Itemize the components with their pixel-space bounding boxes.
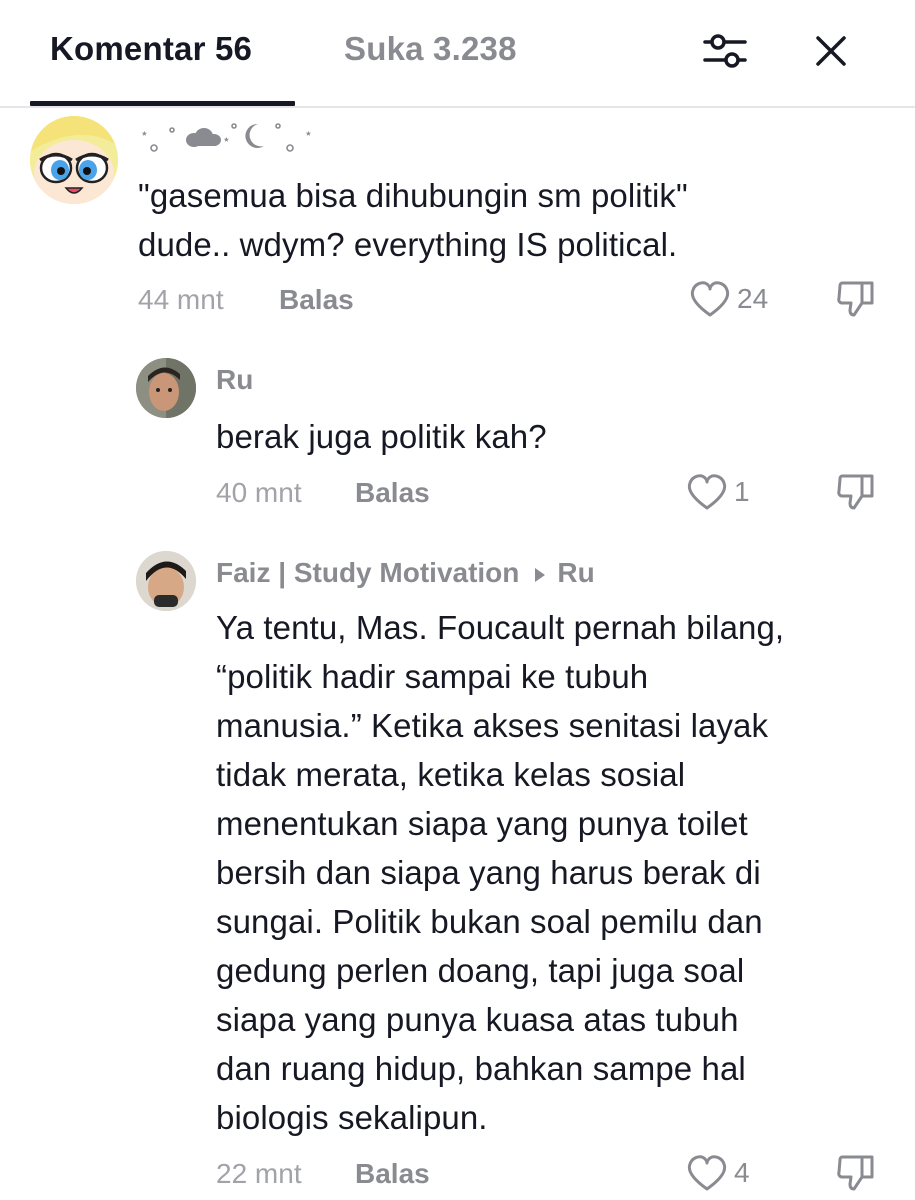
- comment-text: "gasemua bisa dihubungin sm politik" dud…: [138, 171, 688, 269]
- like-count: 24: [737, 283, 769, 314]
- dislike-icon[interactable]: [834, 470, 878, 514]
- avatar[interactable]: [30, 116, 118, 204]
- comment-line: sungai. Politik bukan soal pemilu dan: [216, 903, 763, 940]
- like-count: 1: [734, 476, 750, 507]
- comment-line: berak juga politik kah?: [216, 418, 547, 455]
- comment-line: dan ruang hidup, bahkan sampe hal: [216, 1050, 746, 1087]
- heart-icon: [690, 281, 730, 317]
- comment-time: 22 mnt: [216, 1158, 302, 1189]
- comment-line: dude.. wdym? everything IS political.: [138, 226, 678, 263]
- comments-header: Komentar 56 Suka 3.238: [0, 0, 915, 108]
- comment-line: "gasemua bisa dihubungin sm politik": [138, 177, 688, 214]
- tab-likes[interactable]: Suka 3.238: [344, 30, 517, 68]
- comment-username-row: Faiz | Study Motivation Ru: [216, 557, 595, 589]
- reply-button[interactable]: Balas: [355, 477, 430, 509]
- reply-button[interactable]: Balas: [279, 284, 354, 316]
- comment-text: berak juga politik kah?: [216, 412, 547, 461]
- comment-time: 40 mnt: [216, 477, 302, 508]
- comment-line: bersih dan siapa yang harus berak di: [216, 854, 761, 891]
- like-count: 4: [734, 1157, 750, 1188]
- avatar[interactable]: [136, 551, 196, 611]
- comment-line: menentukan siapa yang punya toilet: [216, 805, 748, 842]
- reply-arrow-icon: [535, 567, 546, 582]
- comment-text: Ya tentu, Mas. Foucault pernah bilang, “…: [216, 603, 784, 1142]
- comment-line: manusia.” Ketika akses senitasi layak: [216, 707, 769, 744]
- avatar[interactable]: [136, 358, 196, 418]
- like-button[interactable]: 24: [689, 277, 768, 321]
- svg-text:⋆: ⋆: [140, 126, 149, 142]
- sliders-icon[interactable]: [700, 26, 750, 76]
- reply-button[interactable]: Balas: [355, 1158, 430, 1190]
- dislike-icon[interactable]: [834, 277, 878, 321]
- comment-time: 44 mnt: [138, 284, 224, 315]
- dislike-icon[interactable]: [834, 1151, 878, 1195]
- comment-line: tidak merata, ketika kelas sosial: [216, 756, 686, 793]
- comment-username[interactable]: Faiz | Study Motivation: [216, 557, 519, 588]
- comment-line: gedung perlen doang, tapi juga soal: [216, 952, 745, 989]
- comment-username[interactable]: Ru: [216, 364, 253, 396]
- comment-line: “politik hadir sampai ke tubuh: [216, 658, 649, 695]
- active-tab-indicator: [30, 101, 295, 106]
- close-icon[interactable]: [806, 26, 856, 76]
- svg-text:⋆: ⋆: [304, 126, 313, 142]
- like-button[interactable]: 4: [686, 1151, 750, 1195]
- reply-to-username[interactable]: Ru: [557, 557, 594, 588]
- comment-line: siapa yang punya kuasa atas tubuh: [216, 1001, 739, 1038]
- tab-comments[interactable]: Komentar 56: [50, 30, 252, 68]
- svg-text:⋆: ⋆: [222, 132, 231, 148]
- username-decoration: ⋆ ⋆ ⋆: [138, 118, 338, 158]
- like-button[interactable]: 1: [686, 470, 750, 514]
- comment-line: Ya tentu, Mas. Foucault pernah bilang,: [216, 609, 785, 646]
- heart-icon: [687, 474, 727, 510]
- heart-icon: [687, 1155, 727, 1191]
- comment-line: biologis sekalipun.: [216, 1099, 488, 1136]
